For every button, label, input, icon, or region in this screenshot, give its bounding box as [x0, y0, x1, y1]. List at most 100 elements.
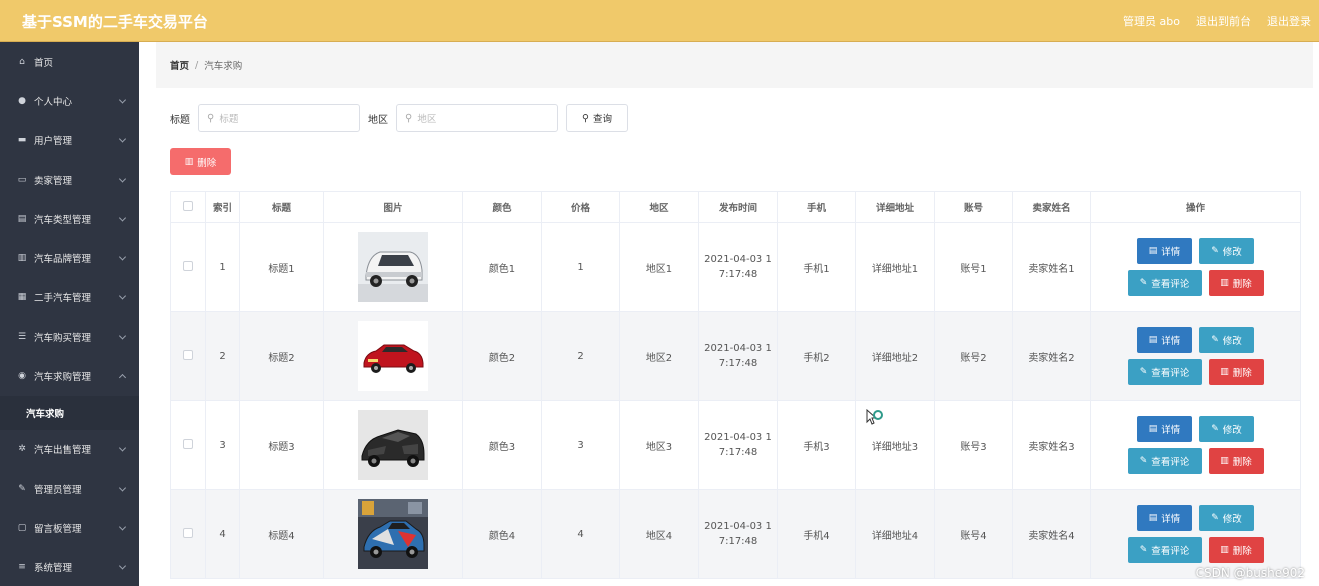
sidebar-item-a4[interactable]: ▤ 汽车类型管理: [0, 199, 139, 238]
delete-label: 删除: [1232, 279, 1252, 290]
cell-title: 标题1: [239, 222, 324, 312]
admin-user-label[interactable]: 管理员 abo: [1123, 13, 1180, 29]
go-frontend-link[interactable]: 退出到前台: [1196, 13, 1251, 29]
sidebar-item-label: 二手汽车管理: [34, 293, 92, 305]
sidebar-item-b0[interactable]: ✲ 汽车出售管理: [0, 430, 139, 469]
row-delete-button[interactable]: ▥ 删除: [1208, 359, 1264, 385]
sliders-icon: ☰: [17, 331, 27, 342]
col-address: 详细地址: [855, 191, 935, 223]
row-delete-button[interactable]: ▥ 删除: [1208, 448, 1264, 474]
row-select-cell[interactable]: [170, 400, 206, 490]
cell-image: [323, 222, 463, 312]
cell-address: 详细地址4: [855, 489, 935, 579]
cell-region: 地区4: [619, 489, 699, 579]
region-placeholder: 地区: [417, 114, 437, 125]
row-delete-button[interactable]: ▥ 删除: [1208, 537, 1264, 563]
sidebar-item-b2[interactable]: ▢ 留言板管理: [0, 508, 139, 547]
detail-label: 详情: [1161, 514, 1181, 525]
admin-icon: ✎: [18, 483, 26, 494]
breadcrumb-separator: /: [195, 59, 199, 71]
cell-account: 账号4: [934, 489, 1013, 579]
row-checkbox[interactable]: [183, 349, 193, 360]
header-links: 管理员 abo 退出到前台 退出登录: [1123, 13, 1311, 29]
row-select-cell[interactable]: [170, 311, 206, 401]
row-checkbox[interactable]: [183, 438, 193, 449]
row-select-cell[interactable]: [170, 489, 206, 579]
sidebar-item-a0[interactable]: ⌂ 首页: [0, 42, 139, 81]
table-row: 3 标题3 颜色3 3 地区3 2021-04-03 1 7:17:48 手机3 详细地址3 账号…: [170, 400, 1301, 490]
sidebar-item-a2[interactable]: ▬ 用户管理: [0, 121, 139, 160]
sidebar-item-b1[interactable]: ✎ 管理员管理: [0, 469, 139, 508]
app-title: 基于SSM的二手车交易平台: [22, 13, 208, 31]
car-thumbnail: [358, 321, 428, 391]
select-all-header[interactable]: [170, 191, 206, 223]
col-region: 地区: [619, 191, 699, 223]
breadcrumb: 首页 / 汽车求购: [156, 42, 1313, 88]
edit-button[interactable]: ✎ 修改: [1199, 327, 1254, 353]
chevron-down-icon: [118, 444, 127, 452]
view-comments-button[interactable]: ✎ 查看评论: [1127, 537, 1202, 563]
cell-account: 账号3: [934, 400, 1013, 490]
seller-icon: ▭: [17, 174, 27, 185]
detail-button[interactable]: ▤ 详情: [1137, 505, 1192, 531]
sidebar-item-label: 系统管理: [34, 563, 73, 575]
batch-delete-button[interactable]: ▥ 删除: [170, 148, 231, 175]
car-thumbnail: [358, 499, 428, 569]
breadcrumb-current: 汽车求购: [204, 61, 243, 72]
col-phone: 手机: [777, 191, 856, 223]
edit-button[interactable]: ✎ 修改: [1199, 238, 1254, 264]
title-search-input[interactable]: ⚲ 标题: [198, 104, 360, 132]
time-line-2: 7:17:48: [718, 358, 758, 369]
sidebar-item-a5[interactable]: ▥ 汽车品牌管理: [0, 238, 139, 277]
cell-region: 地区2: [619, 311, 699, 401]
cell-price: 2: [541, 311, 620, 401]
comment-icon: ✎: [1139, 545, 1148, 555]
view-comments-button[interactable]: ✎ 查看评论: [1127, 270, 1202, 296]
delete-label: 删除: [1232, 368, 1252, 379]
cell-title: 标题3: [239, 400, 324, 490]
sidebar-item-a3[interactable]: ▭ 卖家管理: [0, 160, 139, 199]
detail-icon: ▤: [1148, 335, 1158, 345]
cell-index: 3: [205, 400, 240, 490]
row-delete-button[interactable]: ▥ 删除: [1208, 270, 1264, 296]
cell-image: [323, 400, 463, 490]
col-account: 账号: [934, 191, 1013, 223]
row-select-cell[interactable]: [170, 222, 206, 312]
logout-link[interactable]: 退出登录: [1267, 13, 1311, 29]
cell-region: 地区3: [619, 400, 699, 490]
detail-button[interactable]: ▤ 详情: [1137, 416, 1192, 442]
sidebar-item-label: 个人中心: [34, 96, 73, 108]
breadcrumb-home[interactable]: 首页: [170, 58, 189, 72]
edit-icon: ✎: [1211, 424, 1219, 434]
sidebar-item-a6[interactable]: ▦ 二手汽车管理: [0, 278, 139, 317]
cell-index: 4: [205, 489, 240, 579]
search-icon: ⚲: [582, 112, 589, 124]
select-all-checkbox[interactable]: [183, 200, 193, 211]
time-line-1: 2021-04-03 1: [704, 432, 772, 443]
edit-button[interactable]: ✎ 修改: [1199, 505, 1254, 531]
detail-button[interactable]: ▤ 详情: [1137, 238, 1192, 264]
table-row: 4 标题4 颜色4 4 地区4 2021-04-03 1 7:17:48 手机4 详细地址4 账号…: [170, 489, 1301, 579]
view-comments-button[interactable]: ✎ 查看评论: [1127, 359, 1202, 385]
chevron-up-icon: [118, 373, 127, 382]
cell-account: 账号2: [934, 311, 1013, 401]
sidebar-item-a1[interactable]: ● 个人中心: [0, 81, 139, 120]
sidebar-item-a8[interactable]: ◉ 汽车求购管理: [0, 356, 139, 395]
sidebar-subitem-car-request[interactable]: 汽车求购: [0, 395, 139, 430]
view-comments-button[interactable]: ✎ 查看评论: [1127, 448, 1202, 474]
car-thumbnail: [358, 232, 428, 302]
edit-button[interactable]: ✎ 修改: [1199, 416, 1254, 442]
sidebar-item-a7[interactable]: ☰ 汽车购买管理: [0, 317, 139, 356]
sidebar-item-b3[interactable]: ≡ 系统管理: [0, 548, 139, 586]
col-color: 颜色: [462, 191, 542, 223]
cell-phone: 手机2: [777, 311, 856, 401]
col-price: 价格: [541, 191, 620, 223]
region-search-input[interactable]: ⚲ 地区: [396, 104, 558, 132]
comment-icon: ✎: [1139, 456, 1148, 466]
row-checkbox[interactable]: [183, 527, 193, 538]
query-button[interactable]: ⚲ 查询: [566, 104, 628, 132]
sidebar-item-label: 汽车求购管理: [34, 372, 92, 384]
car-request-table: 索引 标题 图片 颜色 价格 地区 发布时间 手机 详细地址 账号 卖家姓名 操…: [170, 191, 1301, 579]
detail-button[interactable]: ▤ 详情: [1137, 327, 1192, 353]
row-checkbox[interactable]: [183, 260, 193, 271]
